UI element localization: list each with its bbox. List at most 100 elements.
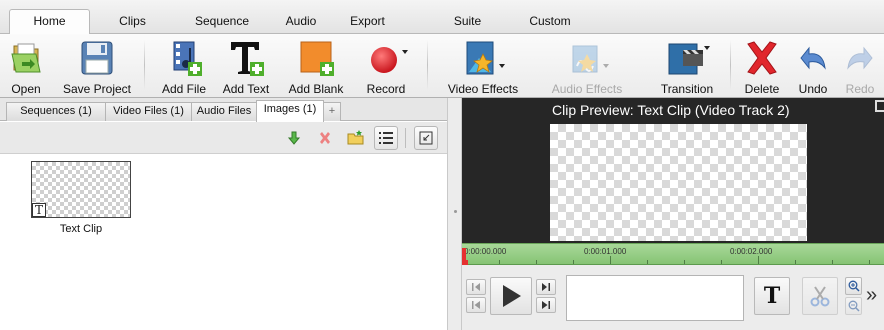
open-button[interactable]: Open bbox=[10, 34, 42, 98]
ruler-tick bbox=[869, 260, 870, 264]
open-folder-icon bbox=[10, 38, 42, 78]
undo-label: Undo bbox=[798, 82, 828, 96]
ruler-tick bbox=[795, 260, 796, 264]
split-clip-button[interactable] bbox=[802, 277, 838, 315]
tab-audio[interactable]: Audio bbox=[281, 11, 321, 34]
ruler-tick bbox=[832, 260, 833, 264]
play-icon bbox=[503, 285, 521, 307]
ruler-tick bbox=[684, 260, 685, 264]
go-to-end-button[interactable] bbox=[536, 297, 556, 313]
prev-frame-button[interactable] bbox=[466, 279, 486, 295]
video-effects-button[interactable]: Video Effects bbox=[443, 34, 523, 98]
media-toolbar bbox=[0, 122, 447, 154]
ribbon-divider bbox=[730, 40, 731, 90]
tab-suite[interactable]: Suite bbox=[445, 11, 490, 34]
scissors-icon bbox=[810, 286, 830, 307]
add-blank-button[interactable]: Add Blank bbox=[285, 34, 347, 98]
time-label: 0:00:01.000 bbox=[584, 247, 627, 256]
preview-canvas bbox=[550, 124, 807, 241]
undo-button[interactable]: Undo bbox=[795, 34, 831, 98]
move-down-button[interactable] bbox=[282, 126, 306, 150]
zoom-in-icon bbox=[848, 280, 860, 292]
time-label: 0:00:02.000 bbox=[730, 247, 773, 256]
add-text-label: Add Text bbox=[222, 82, 270, 96]
tab-audio-files[interactable]: Audio Files bbox=[191, 102, 257, 121]
audio-effects-button[interactable]: Audio Effects bbox=[549, 34, 625, 98]
record-button[interactable]: Record bbox=[362, 34, 410, 98]
time-label: 0:00:00.000 bbox=[464, 247, 507, 256]
video-effects-icon bbox=[459, 38, 507, 78]
detach-panel-button[interactable] bbox=[414, 126, 438, 150]
step-back-icon bbox=[472, 283, 480, 291]
tab-video-files[interactable]: Video Files (1) bbox=[105, 102, 192, 121]
list-view-icon bbox=[379, 132, 393, 144]
play-button[interactable] bbox=[490, 277, 532, 315]
record-label: Record bbox=[366, 82, 406, 96]
panel-splitter[interactable] bbox=[447, 98, 462, 330]
undo-arrow-icon bbox=[795, 38, 831, 78]
ruler-tick bbox=[536, 260, 537, 264]
transport-controls: T » bbox=[462, 265, 884, 330]
new-folder-button[interactable] bbox=[344, 126, 368, 150]
ruler-tick bbox=[499, 260, 500, 264]
timeline-ruler[interactable]: 0:00:00.000 0:00:01.000 0:00:02.000 bbox=[462, 243, 884, 266]
text-tool-button[interactable]: T bbox=[754, 277, 790, 315]
floppy-disk-icon bbox=[77, 38, 117, 78]
tab-sequences[interactable]: Sequences (1) bbox=[6, 102, 106, 121]
more-controls-button[interactable]: » bbox=[866, 285, 882, 305]
add-file-button[interactable]: Add File bbox=[158, 34, 210, 98]
remove-item-button[interactable] bbox=[313, 126, 337, 150]
delete-label: Delete bbox=[744, 82, 780, 96]
media-tab-bar: Sequences (1) Video Files (1) Audio File… bbox=[0, 98, 447, 122]
delete-x-icon bbox=[742, 38, 782, 78]
ruler-tick bbox=[647, 260, 648, 264]
ribbon-divider bbox=[427, 40, 428, 90]
media-item-label: Text Clip bbox=[59, 223, 103, 235]
tab-custom[interactable]: Custom bbox=[520, 11, 580, 34]
timecode-display bbox=[566, 275, 744, 321]
zoom-in-button[interactable] bbox=[845, 277, 862, 295]
down-arrow-icon bbox=[287, 131, 301, 145]
zoom-out-button[interactable] bbox=[845, 297, 862, 315]
ruler-tick bbox=[721, 260, 722, 264]
delete-button[interactable]: Delete bbox=[742, 34, 782, 98]
ribbon-toolbar: Open Save Project Add File Add Text Add … bbox=[0, 34, 884, 98]
next-frame-button[interactable] bbox=[536, 279, 556, 295]
redo-button[interactable]: Redo bbox=[842, 34, 878, 98]
save-project-label: Save Project bbox=[62, 82, 132, 96]
redo-arrow-icon bbox=[842, 38, 878, 78]
audio-effects-label: Audio Effects bbox=[551, 82, 623, 96]
toolbar-divider bbox=[405, 128, 406, 148]
tab-images[interactable]: Images (1) bbox=[256, 100, 324, 122]
redo-label: Redo bbox=[845, 82, 875, 96]
skip-to-start-icon bbox=[472, 301, 480, 309]
save-project-button[interactable]: Save Project bbox=[58, 34, 136, 98]
preview-title: Clip Preview: Text Clip (Video Track 2) bbox=[552, 102, 790, 118]
expand-preview-icon[interactable] bbox=[875, 100, 884, 112]
record-icon bbox=[362, 38, 410, 78]
tab-home[interactable]: Home bbox=[9, 9, 90, 35]
add-file-label: Add File bbox=[161, 82, 207, 96]
ruler-tick bbox=[758, 256, 759, 264]
splitter-grip-icon bbox=[454, 210, 457, 213]
open-label: Open bbox=[11, 82, 41, 96]
remove-x-icon bbox=[320, 132, 330, 144]
tab-clips[interactable]: Clips bbox=[110, 11, 155, 34]
add-tab-button[interactable]: + bbox=[323, 102, 341, 121]
ruler-tick bbox=[610, 256, 611, 264]
tab-sequence[interactable]: Sequence bbox=[187, 11, 257, 34]
list-view-button[interactable] bbox=[374, 126, 398, 150]
add-text-icon bbox=[226, 38, 266, 78]
restore-window-icon bbox=[419, 131, 433, 145]
add-blank-label: Add Blank bbox=[288, 82, 344, 96]
video-effects-label: Video Effects bbox=[447, 82, 519, 96]
go-to-start-button[interactable] bbox=[466, 297, 486, 313]
add-media-file-icon bbox=[164, 38, 204, 78]
ruler-tick bbox=[573, 260, 574, 264]
media-thumbnail[interactable]: T bbox=[31, 161, 131, 218]
ribbon-divider bbox=[144, 40, 145, 90]
add-text-button[interactable]: Add Text bbox=[218, 34, 274, 98]
clip-preview-panel: Clip Preview: Text Clip (Video Track 2) bbox=[462, 98, 884, 243]
transition-button[interactable]: Transition bbox=[656, 34, 718, 98]
tab-export[interactable]: Export bbox=[345, 11, 390, 34]
